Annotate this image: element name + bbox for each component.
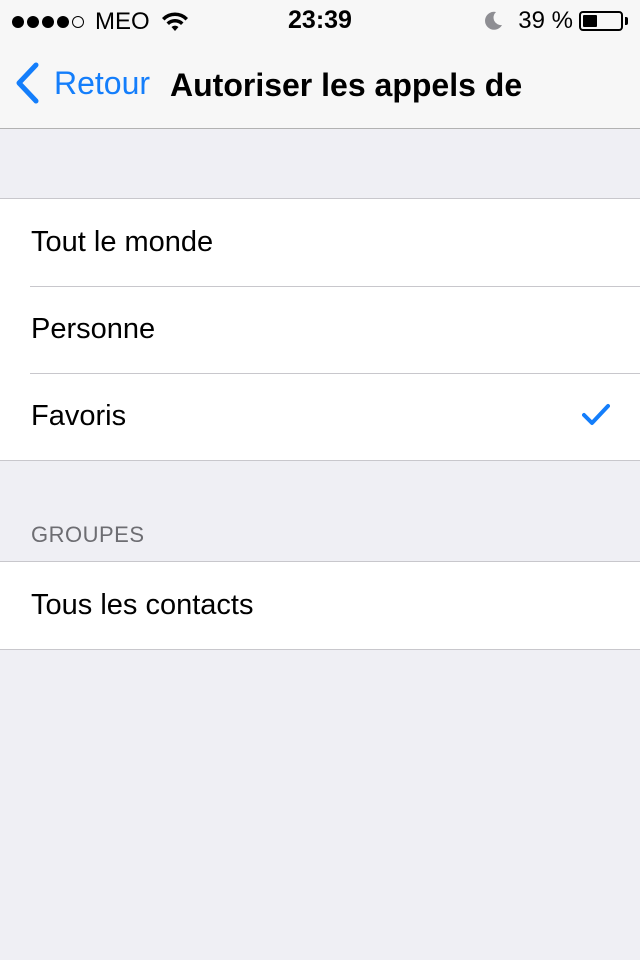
do-not-disturb-moon-icon <box>485 11 503 30</box>
battery-icon <box>579 11 623 31</box>
battery-level-fill <box>583 15 597 27</box>
section-header-groups: GROUPES <box>31 522 145 547</box>
option-label: Personne <box>31 313 156 345</box>
page-title: Autoriser les appels de <box>170 67 523 103</box>
option-row-nobody[interactable]: Personne <box>0 286 640 373</box>
option-row-favorites[interactable]: Favoris <box>0 373 640 460</box>
chevron-left-icon <box>16 62 39 104</box>
option-label: Tous les contacts <box>31 589 254 621</box>
call-permission-options: Tout le monde Personne Favoris <box>0 198 640 461</box>
battery-percentage: 39 % <box>518 7 573 34</box>
navigation-bar: Retour Autoriser les appels de <box>0 40 640 129</box>
back-button[interactable]: Retour <box>14 62 150 104</box>
option-label: Tout le monde <box>31 226 214 258</box>
back-button-label: Retour <box>54 64 151 101</box>
battery-tip <box>625 17 628 25</box>
groups-list: Tous les contacts <box>0 561 640 650</box>
option-row-everyone[interactable]: Tout le monde <box>0 199 640 286</box>
option-label: Favoris <box>31 400 127 432</box>
option-row-all-contacts[interactable]: Tous les contacts <box>0 562 640 649</box>
status-bar: MEO 23:39 39 % <box>0 0 640 40</box>
checkmark-icon <box>582 404 610 425</box>
